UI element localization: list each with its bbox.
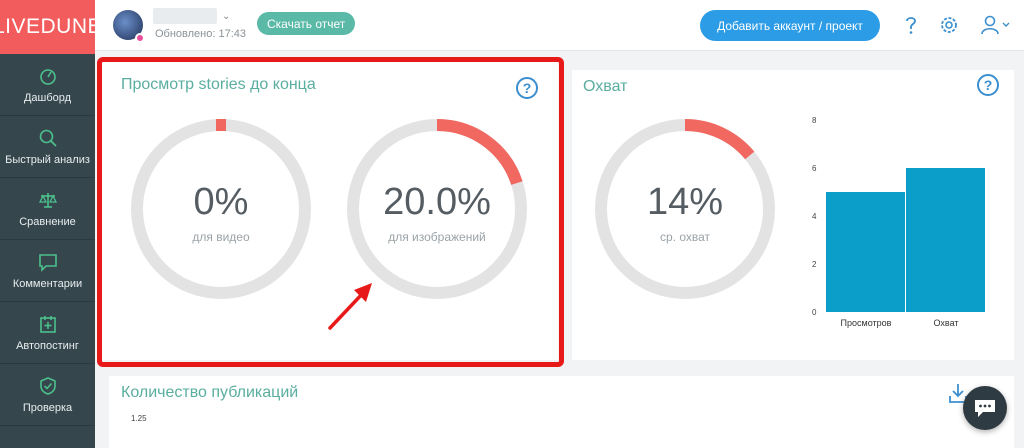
help-icon[interactable]: ? [977,74,999,96]
sidebar-item-label: Комментарии [12,277,83,290]
chevron-down-icon[interactable]: ⌄ [222,11,230,22]
topbar: ⌄ Обновлено: 17:43 Скачать отчет Добавит… [95,0,1024,51]
card-title: Количество публикаций [121,384,299,401]
search-icon [39,129,57,147]
shield-check-icon [39,376,56,395]
reach-card: Охват ? 14% ср. охват 0 2 4 6 8 Просмотров Охв… [572,70,1014,360]
chat-button[interactable] [963,386,1007,430]
gear-icon[interactable] [938,14,960,36]
gauge-caption: ср. охват [659,230,711,244]
scales-icon [38,192,57,208]
add-account-button[interactable]: Добавить аккаунт / проект [700,10,880,41]
sidebar-item-label: Проверка [22,401,73,414]
y-tick-label: 6 [812,164,817,173]
reach-gauge: 14% ср. охват [592,116,778,302]
y-tick-label: 8 [812,116,817,125]
sidebar-item-label: Быстрый анализ [5,153,90,166]
sidebar-item-dashboard[interactable]: Дашборд [0,54,95,116]
y-tick-label: 2 [812,260,817,269]
updated-time: Обновлено: 17:43 [155,28,247,40]
calendar-plus-icon [39,315,56,333]
x-tick-label: Просмотров [841,318,892,328]
download-report-button[interactable]: Скачать отчет [257,12,356,35]
gauge-value: 14% [646,181,724,223]
bar[interactable] [906,168,985,312]
logo[interactable]: LIVEDUNE [0,0,102,54]
y-tick: 1.25 [131,414,147,423]
sidebar-item-label: Автопостинг [16,339,79,352]
sidebar-item-quick-analysis[interactable]: Быстрый анализ [0,116,95,178]
account-name-redacted[interactable] [153,8,217,24]
reach-bar-chart: 0 2 4 6 8 Просмотров Охват [812,116,985,328]
y-tick-label: 4 [812,212,817,221]
bar[interactable] [826,192,905,312]
help-icon[interactable] [900,14,922,36]
user-menu-icon[interactable] [980,14,1012,36]
chat-icon [975,400,995,417]
sidebar-item-compare[interactable]: Сравнение [0,178,95,240]
y-tick-label: 0 [812,308,817,317]
red-arrow-annotation [328,283,372,330]
sidebar: LIVEDUNE Дашборд Быстрый анализ Сравнени… [0,0,102,448]
comment-icon [38,253,57,272]
card-title: Охват [583,78,628,95]
sidebar-item-comments[interactable]: Комментарии [0,240,95,302]
publications-card: Количество публикаций 1.25 [109,376,1014,448]
gauge-icon [39,68,56,85]
instagram-badge-icon [135,33,145,43]
x-tick-label: Охват [933,318,958,328]
sidebar-item-label: Дашборд [23,91,72,104]
sidebar-item-autoposting[interactable]: Автопостинг [0,302,95,364]
sidebar-item-check[interactable]: Проверка [0,364,95,426]
sidebar-item-label: Сравнение [19,215,76,228]
